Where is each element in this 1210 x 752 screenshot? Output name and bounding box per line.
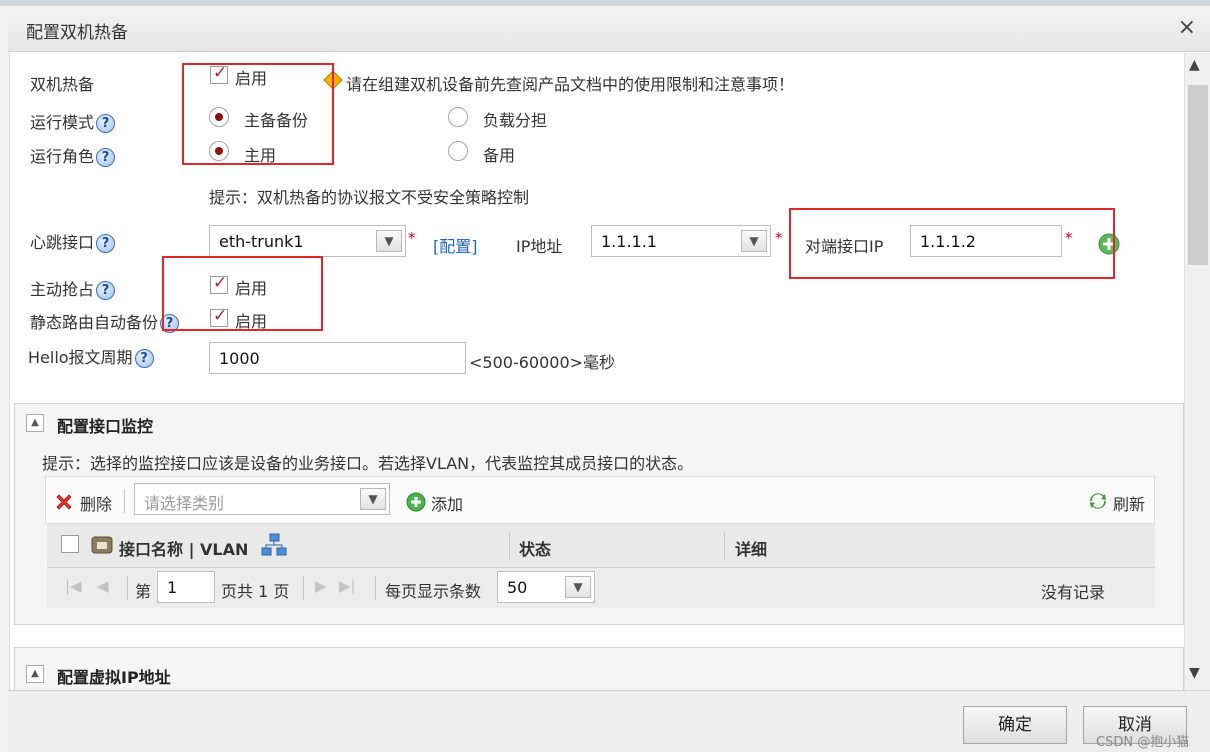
run-role-text: 运行角色 — [30, 147, 95, 166]
preempt-label: 主动抢占? — [30, 276, 116, 300]
scroll-up-icon[interactable]: ▲ — [1189, 57, 1200, 73]
collapse-icon[interactable]: ▲ — [26, 665, 44, 683]
annotation-box — [162, 256, 323, 331]
ha-notice: 请在组建双机设备前先查阅产品文档中的使用限制和注意事项！ — [346, 75, 795, 94]
pager-divider — [375, 576, 376, 600]
column-divider — [724, 532, 725, 560]
required-mark: * — [408, 229, 416, 247]
dialog-footer: 确定 取消 CSDN @抱小猫 — [8, 690, 1210, 752]
help-icon[interactable]: ? — [96, 148, 116, 167]
column-interface-name[interactable]: 接口名称 | VLAN — [119, 536, 248, 560]
refresh-button[interactable]: 刷新 — [1113, 491, 1145, 515]
run-role-option-2: 备用 — [483, 146, 516, 165]
interface-monitor-hint: 提示：选择的监控接口应该是设备的业务接口。若选择VLAN，代表监控其成员接口的状… — [42, 454, 694, 473]
add-icon[interactable] — [406, 492, 426, 512]
help-icon[interactable]: ? — [134, 349, 154, 368]
delete-icon[interactable] — [54, 492, 74, 512]
help-icon[interactable]: ? — [96, 281, 116, 300]
pager-divider — [303, 576, 304, 600]
heartbeat-text: 心跳接口 — [30, 233, 95, 252]
background-window-edge — [0, 0, 10, 752]
virtual-ip-title: 配置虚拟IP地址 — [57, 668, 171, 687]
heartbeat-interface-value: eth-trunk1 — [219, 232, 304, 251]
dialog-title: 配置双机热备 — [26, 23, 128, 43]
select-all-checkbox[interactable] — [61, 535, 79, 553]
page-total: 页共 1 页 — [221, 582, 290, 601]
network-icon — [261, 533, 287, 556]
category-select[interactable]: 请选择类别 ▼ — [134, 483, 390, 515]
hello-label: Hello报文周期? — [28, 344, 154, 368]
interface-icon — [91, 536, 113, 554]
dialog-titlebar: 配置双机热备 × — [8, 6, 1210, 52]
run-mode-text: 运行模式 — [30, 113, 95, 132]
column-divider — [509, 532, 510, 560]
last-page-icon[interactable]: ▶| — [339, 577, 356, 595]
interface-monitor-section: ▲ 配置接口监控 提示：选择的监控接口应该是设备的业务接口。若选择VLAN，代表… — [14, 403, 1184, 625]
add-button[interactable]: 添加 — [431, 491, 463, 515]
run-role-label: 运行角色? — [30, 143, 116, 167]
monitor-toolbar: 删除 请选择类别 ▼ 添加 刷新 — [45, 476, 1155, 524]
annotation-box — [182, 63, 334, 165]
required-mark: * — [775, 229, 783, 247]
ip-address-value: 1.1.1.1 — [601, 232, 657, 251]
per-page-select[interactable]: 50 ▼ — [497, 571, 595, 603]
pager-divider — [127, 576, 128, 600]
scroll-down-icon[interactable]: ▼ — [1189, 665, 1200, 681]
annotation-box — [789, 208, 1115, 279]
monitor-table-header: 接口名称 | VLAN 状态 详细 — [47, 524, 1155, 568]
help-icon[interactable]: ? — [96, 114, 116, 133]
empty-records-text: 没有记录 — [1041, 583, 1106, 602]
chevron-down-icon[interactable]: ▼ — [741, 230, 767, 252]
heartbeat-interface-select[interactable]: eth-trunk1 ▼ — [209, 225, 406, 257]
close-icon[interactable]: × — [1178, 15, 1196, 40]
hello-period-input[interactable]: 1000 — [209, 342, 466, 374]
monitor-pager: |◀ ◀ 第 1 页共 1 页 ▶ ▶| 每页显示条数 50 ▼ 没有记录 — [47, 568, 1155, 608]
category-placeholder: 请选择类别 — [144, 494, 225, 513]
prev-page-icon[interactable]: ◀ — [97, 577, 109, 595]
vertical-scrollbar[interactable]: ▲ ▼ — [1184, 53, 1210, 690]
per-page-value: 50 — [507, 578, 528, 597]
virtual-ip-section: ▲ 配置虚拟IP地址 — [14, 647, 1184, 690]
page-prefix: 第 — [135, 582, 152, 601]
chevron-down-icon[interactable]: ▼ — [360, 488, 386, 510]
per-page-label: 每页显示条数 — [385, 582, 482, 601]
preempt-text: 主动抢占 — [30, 280, 95, 299]
hello-period-value: 1000 — [219, 349, 260, 368]
page-number-value: 1 — [167, 578, 178, 597]
collapse-icon[interactable]: ▲ — [26, 414, 44, 432]
static-route-label: 静态路由自动备份? — [30, 309, 180, 333]
first-page-icon[interactable]: |◀ — [65, 577, 82, 595]
refresh-icon[interactable] — [1088, 491, 1108, 511]
static-route-text: 静态路由自动备份 — [30, 313, 159, 332]
ip-address-select[interactable]: 1.1.1.1 ▼ — [591, 225, 771, 257]
run-mode-label: 运行模式? — [30, 109, 116, 133]
page-number-input[interactable]: 1 — [157, 571, 215, 603]
config-link[interactable]: [配置] — [433, 233, 478, 257]
run-role-backup-radio[interactable] — [448, 141, 468, 161]
watermark: CSDN @抱小猫 — [1096, 735, 1190, 750]
toolbar-divider — [124, 489, 125, 513]
delete-button[interactable]: 删除 — [80, 491, 112, 515]
hello-range: <500-60000>毫秒 — [469, 353, 616, 372]
ip-label: IP地址 — [516, 237, 563, 256]
chevron-down-icon[interactable]: ▼ — [565, 576, 591, 598]
run-mode-option-2: 负载分担 — [483, 111, 548, 130]
scroll-thumb[interactable] — [1188, 85, 1208, 265]
next-page-icon[interactable]: ▶ — [315, 577, 327, 595]
protocol-hint: 提示：双机热备的协议报文不受安全策略控制 — [209, 188, 530, 207]
hello-text: Hello报文周期 — [28, 348, 133, 367]
interface-monitor-title: 配置接口监控 — [57, 417, 154, 436]
help-icon[interactable]: ? — [96, 234, 116, 253]
dialog-content: 双机热备 ✓ 启用 请在组建双机设备前先查阅产品文档中的使用限制和注意事项！ 运… — [10, 53, 1184, 690]
column-status[interactable]: 状态 — [519, 536, 551, 560]
ha-label: 双机热备 — [30, 75, 95, 94]
ok-button[interactable]: 确定 — [963, 706, 1067, 744]
column-detail[interactable]: 详细 — [735, 536, 767, 560]
heartbeat-label: 心跳接口? — [30, 229, 116, 253]
run-mode-load-share-radio[interactable] — [448, 107, 468, 127]
chevron-down-icon[interactable]: ▼ — [376, 230, 402, 252]
